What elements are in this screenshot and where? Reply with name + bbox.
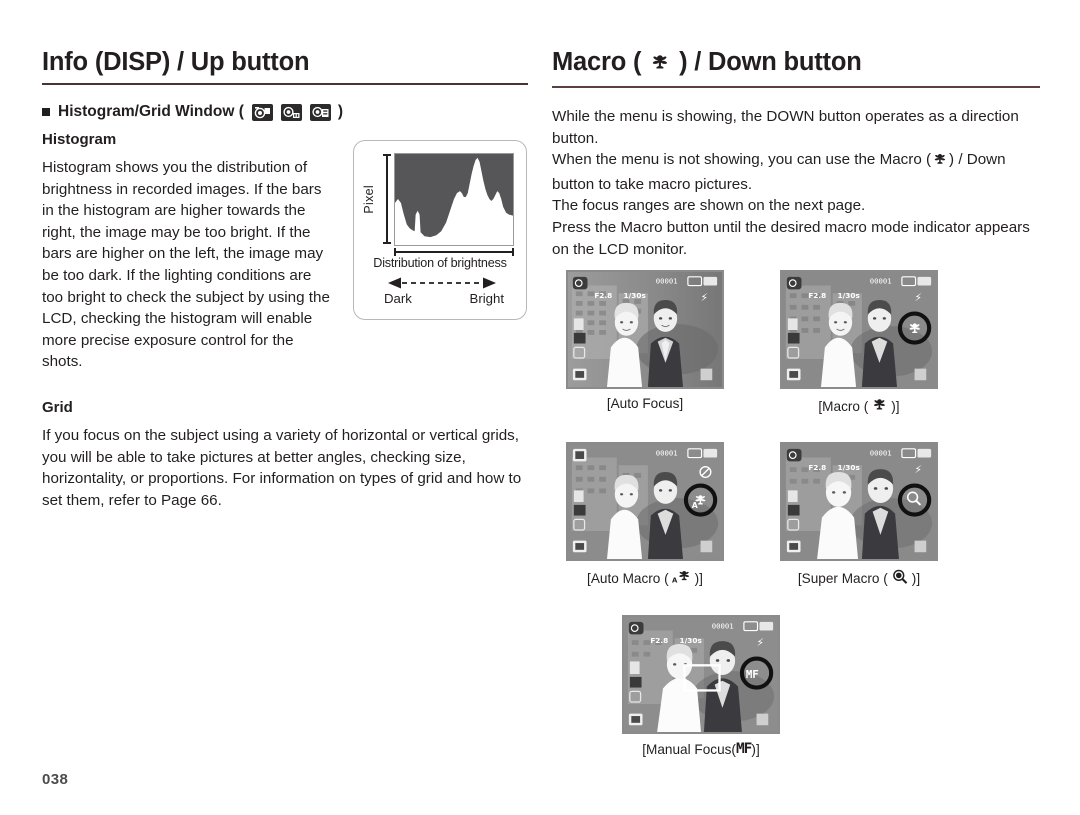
caption-manual-focus-prefix: [Manual Focus( <box>642 741 736 757</box>
right-column: Macro ( ) / Down button While the menu i… <box>552 48 1040 260</box>
histogram-section: Histogram Histogram shows you the distri… <box>42 131 528 373</box>
caption-super-macro-prefix: [Super Macro ( <box>797 571 888 586</box>
svg-text:⚡: ⚡ <box>757 636 765 649</box>
macro-paragraph-2-part-a: When the menu is not showing, you can us… <box>552 151 932 169</box>
shot-super-macro: 00001 F2.8 1/30s ⚡ [Super Macro ()] <box>766 442 952 589</box>
left-page-title: Info (DISP) / Up button <box>42 48 310 76</box>
histogram-grid-window-icon <box>309 103 331 121</box>
svg-text:00001: 00001 <box>870 277 892 286</box>
caption-macro-suffix: )] <box>891 398 900 414</box>
macro-tulip-icon <box>932 151 948 174</box>
lcd-preview-auto-macro: 00001 A <box>566 442 724 561</box>
caption-auto-focus-text: [Auto Focus] <box>606 396 684 411</box>
shot-macro: 00001 F2.8 1/30s ⚡ [Macro ()] <box>766 270 952 416</box>
macro-tulip-icon <box>649 51 671 80</box>
lcd-preview-auto-focus: 00001 F2.8 1/30s ⚡ <box>566 270 724 389</box>
lcd-preview-macro: 00001 F2.8 1/30s ⚡ <box>780 270 938 389</box>
shot-row-1: 00001 F2.8 1/30s ⚡ [Auto Focus] 00001 F2… <box>552 270 1040 416</box>
caption-auto-macro-prefix: [Auto Macro ( <box>587 570 669 586</box>
svg-text:00001: 00001 <box>656 449 678 458</box>
caption-manual-focus-suffix: )] <box>751 741 760 757</box>
super-macro-magnifier-icon <box>891 568 909 589</box>
page-number: 038 <box>42 771 69 788</box>
histogram-body-text: Histogram shows you the distribution of … <box>42 159 330 371</box>
svg-text:F2.8: F2.8 <box>594 291 612 300</box>
manual-page: Info (DISP) / Up button Histogram/Grid W… <box>0 0 1080 815</box>
caption-manual-focus: [Manual Focus( MF )] <box>642 741 759 757</box>
lcd-preview-manual-focus: 00001 F2.8 1/30s ⚡ MF <box>622 615 780 734</box>
svg-text:⚡: ⚡ <box>915 291 923 304</box>
histogram-grid-window-close-paren: ) <box>337 103 344 120</box>
left-title-rule <box>42 83 528 85</box>
macro-mode-examples: 00001 F2.8 1/30s ⚡ [Auto Focus] 00001 F2… <box>552 270 1040 757</box>
dark-label: Dark <box>384 291 412 306</box>
grid-body-text: If you focus on the subject using a vari… <box>42 426 522 509</box>
histogram-grid-window-heading: Histogram/Grid Window () <box>42 103 528 121</box>
svg-text:00001: 00001 <box>712 622 734 631</box>
svg-text:1/30s: 1/30s <box>838 291 860 300</box>
histogram-grid-window-label: Histogram/Grid Window ( <box>58 103 244 120</box>
caption-macro-prefix: [Macro ( <box>818 398 869 414</box>
macro-paragraph-2-part-c: button to take macro pictures. <box>552 175 753 193</box>
caption-super-macro: [Super Macro ( )] <box>798 568 920 589</box>
right-title-suffix: ) / Down button <box>679 48 862 76</box>
svg-text:A: A <box>692 501 698 510</box>
caption-macro: [Macro ( )] <box>818 396 899 416</box>
manual-focus-mf-icon: MF <box>735 741 753 757</box>
svg-text:F2.8: F2.8 <box>808 291 826 300</box>
svg-text:1/30s: 1/30s <box>838 463 860 472</box>
grid-window-icon <box>280 103 302 121</box>
right-page-title: Macro ( ) / Down button <box>552 48 1040 86</box>
svg-text:00001: 00001 <box>870 449 892 458</box>
macro-tulip-icon <box>871 396 888 416</box>
macro-paragraph-1: While the menu is showing, the DOWN butt… <box>552 108 1019 147</box>
svg-text:⚡: ⚡ <box>915 463 923 476</box>
macro-paragraph-2: When the menu is not showing, you can us… <box>552 149 1040 195</box>
histogram-y-axis-label: Pixel <box>362 185 376 214</box>
brightness-endpoint-labels: Dark Bright <box>384 291 504 306</box>
right-title-rule <box>552 86 1040 88</box>
svg-text:00001: 00001 <box>656 277 678 286</box>
lcd-preview-super-macro: 00001 F2.8 1/30s ⚡ <box>780 442 938 561</box>
histogram-x-axis-caption: Distribution of brightness <box>373 256 507 270</box>
histogram-plot <box>394 153 514 246</box>
svg-text:F2.8: F2.8 <box>650 636 668 645</box>
svg-text:1/30s: 1/30s <box>680 636 702 645</box>
histogram-figure: Pixel Distribution of brightness Dark Br… <box>353 140 527 320</box>
macro-paragraph-2-part-b: ) / Down <box>949 151 1006 169</box>
grid-section: Grid If you focus on the subject using a… <box>42 399 528 511</box>
window-mode-icons <box>251 103 331 121</box>
caption-auto-focus: [Auto Focus] <box>607 396 683 411</box>
macro-paragraph-3: The focus ranges are shown on the next p… <box>552 197 866 215</box>
caption-auto-macro-suffix: )] <box>694 570 703 586</box>
macro-paragraph-4: Press the Macro button until the desired… <box>552 218 1030 258</box>
caption-auto-macro: [Auto Macro ( A )] <box>587 568 703 588</box>
caption-super-macro-suffix: )] <box>911 571 921 586</box>
svg-text:A: A <box>672 577 678 585</box>
shot-row-3: 00001 F2.8 1/30s ⚡ MF [Manual Focus(MF … <box>552 615 1040 757</box>
histogram-window-icon <box>251 103 273 121</box>
left-column: Info (DISP) / Up button Histogram/Grid W… <box>42 48 528 511</box>
svg-text:MF: MF <box>746 668 759 681</box>
shot-row-2: 00001 A [Auto Macro (A)] 00001 F2.8 1/… <box>552 442 1040 589</box>
bright-label: Bright <box>469 291 504 306</box>
histogram-y-axis <box>383 154 390 244</box>
svg-text:F2.8: F2.8 <box>808 463 826 472</box>
bullet-square-icon <box>42 108 50 116</box>
brightness-range-arrow <box>388 277 496 289</box>
shot-auto-focus: 00001 F2.8 1/30s ⚡ [Auto Focus] <box>552 270 738 416</box>
histogram-x-axis <box>394 248 514 255</box>
svg-text:1/30s: 1/30s <box>624 291 646 300</box>
svg-text:⚡: ⚡ <box>701 291 709 304</box>
grid-subheading: Grid <box>42 398 73 416</box>
shot-manual-focus: 00001 F2.8 1/30s ⚡ MF [Manual Focus(MF … <box>608 615 794 757</box>
right-title-prefix: Macro ( <box>552 48 642 76</box>
shot-auto-macro: 00001 A [Auto Macro (A)] <box>552 442 738 589</box>
auto-macro-tulip-icon: A <box>672 568 692 588</box>
